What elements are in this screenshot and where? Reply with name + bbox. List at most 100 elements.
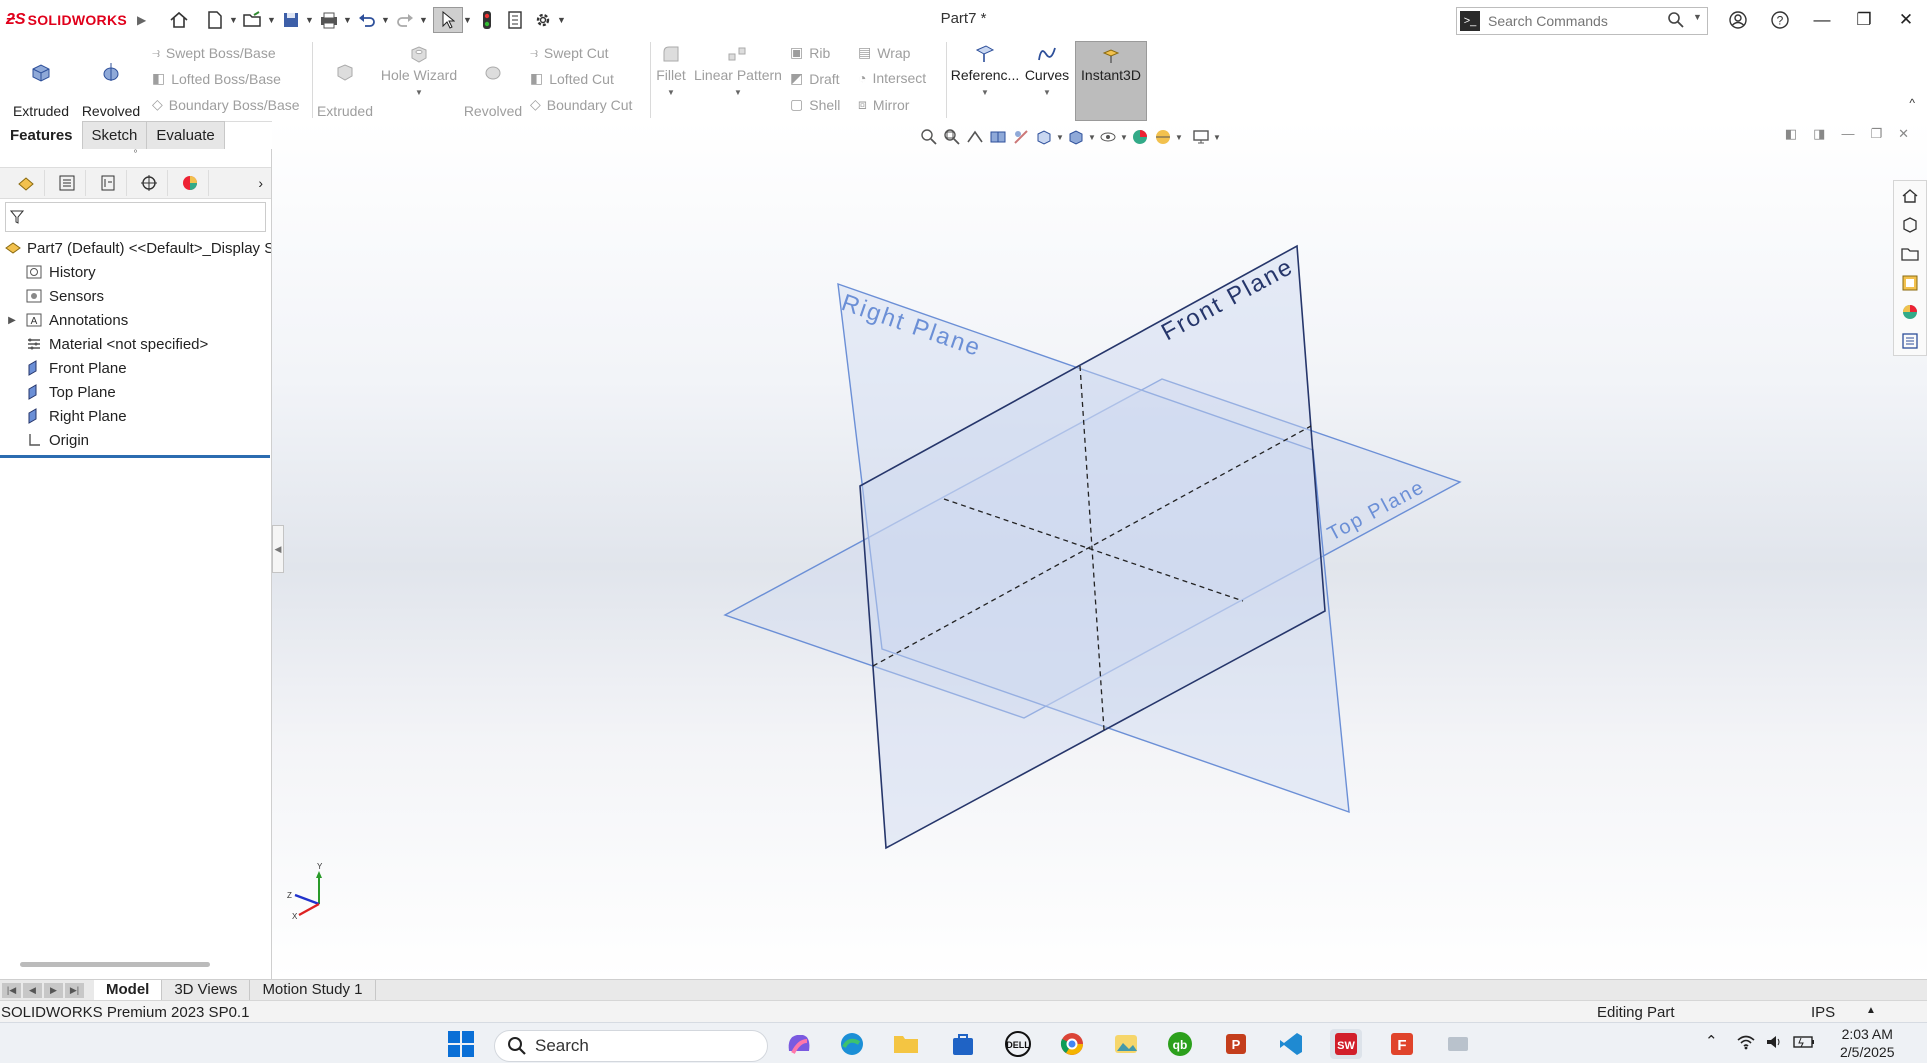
display-manager-tab-icon[interactable] [172, 170, 209, 196]
select-dropdown-icon[interactable]: ▼ [463, 15, 473, 25]
linear-pattern-button[interactable]: Linear Pattern ▼ [692, 42, 784, 102]
boundary-boss-button[interactable]: ◇ Boundary Boss/Base [152, 96, 300, 113]
hole-wizard-button[interactable]: Hole Wizard ▼ [380, 42, 458, 102]
solidworks-logo[interactable]: ƻS SOLIDWORKS ▶ [6, 9, 146, 31]
design-library-icon[interactable] [1894, 210, 1926, 239]
lofted-cut-button[interactable]: ◧ Lofted Cut [530, 70, 614, 87]
powerpoint-icon[interactable]: P [1220, 1029, 1252, 1059]
solidworks-resources-icon[interactable] [1894, 181, 1926, 210]
tab-features[interactable]: Features [0, 121, 83, 149]
hide-show-items-icon[interactable] [1097, 126, 1119, 148]
tab-model[interactable]: Model [94, 980, 163, 1000]
file-explorer-icon[interactable] [1894, 239, 1926, 268]
redo-icon[interactable] [391, 8, 419, 32]
volume-icon[interactable] [1765, 1034, 1783, 1054]
tree-root-part[interactable]: Part7 (Default) <<Default>_Display S [0, 236, 271, 260]
viewport-minimize-icon[interactable]: — [1841, 126, 1854, 142]
prev-tab-icon[interactable]: ◀ [23, 982, 42, 998]
viewport-close-icon[interactable]: ✕ [1898, 126, 1909, 142]
last-tab-icon[interactable]: ▶| [65, 982, 84, 998]
section-view-icon[interactable] [987, 126, 1009, 148]
copilot-icon[interactable] [783, 1029, 815, 1059]
wrap-button[interactable]: ▤ Wrap [858, 44, 910, 61]
tree-filter[interactable] [5, 202, 266, 232]
more-tabs-icon[interactable]: › [258, 175, 263, 191]
search-commands-box[interactable]: >_ ▼ [1456, 7, 1708, 35]
tree-item-right-plane[interactable]: Right Plane [0, 404, 271, 428]
boundary-cut-button[interactable]: ◇ Boundary Cut [530, 96, 632, 113]
new-dropdown-icon[interactable]: ▼ [229, 15, 239, 25]
rollback-bar[interactable] [0, 455, 270, 458]
hole-wizard-dropdown-icon[interactable]: ▼ [380, 84, 458, 102]
solidworks-taskbar-icon[interactable]: SW [1330, 1029, 1362, 1059]
apply-scene-dropdown-icon[interactable]: ▼ [1175, 133, 1183, 142]
previous-view-icon[interactable] [964, 126, 986, 148]
lofted-boss-button[interactable]: ◧ Lofted Boss/Base [152, 70, 281, 87]
viewport-split-icon[interactable]: ◧ [1785, 126, 1797, 142]
intersect-button[interactable]: ◔ Intersect [858, 70, 926, 86]
featuremanager-tab-icon[interactable] [8, 170, 45, 196]
undo-dropdown-icon[interactable]: ▼ [381, 15, 391, 25]
collapse-ribbon-icon[interactable]: ^ [1909, 96, 1915, 110]
tree-item-top-plane[interactable]: Top Plane [0, 380, 271, 404]
system-clock[interactable]: 2:03 AM 2/5/2025 [1840, 1025, 1895, 1061]
vscode-icon[interactable] [1275, 1029, 1307, 1059]
chrome-icon[interactable] [1056, 1029, 1088, 1059]
tree-item-material[interactable]: Material <not specified> [0, 332, 271, 356]
tab-motion-study[interactable]: Motion Study 1 [250, 980, 376, 1000]
select-cursor-icon[interactable] [433, 7, 463, 33]
tab-3d-views[interactable]: 3D Views [162, 980, 251, 1000]
redo-dropdown-icon[interactable]: ▼ [419, 15, 429, 25]
app-icon[interactable] [1442, 1029, 1474, 1059]
rib-button[interactable]: ▣ Rib [790, 44, 830, 61]
expand-arrow-icon[interactable]: ▶ [0, 315, 24, 326]
file-properties-icon[interactable] [501, 8, 529, 32]
rebuild-traffic-light-icon[interactable] [473, 8, 501, 32]
tab-sketch[interactable]: Sketch [81, 121, 148, 149]
horizontal-scrollbar[interactable] [20, 962, 210, 967]
search-commands-input[interactable] [1486, 12, 1650, 30]
apply-scene-icon[interactable] [1152, 126, 1174, 148]
edge-browser-icon[interactable] [836, 1029, 868, 1059]
new-document-icon[interactable] [201, 8, 229, 32]
view-settings-dropdown-icon[interactable]: ▼ [1213, 133, 1221, 142]
quickbooks-icon[interactable]: qb [1164, 1029, 1196, 1059]
menu-expand-icon[interactable]: ▶ [137, 13, 146, 27]
search-icon[interactable] [1667, 11, 1685, 33]
reference-geometry-button[interactable]: Referenc... ▼ [950, 42, 1020, 102]
viewport-restore-icon[interactable]: ❐ [1870, 126, 1882, 142]
mirror-button[interactable]: ⧈ Mirror [858, 96, 909, 113]
help-icon[interactable]: ? [1759, 0, 1801, 40]
save-icon[interactable] [277, 8, 305, 32]
print-dropdown-icon[interactable]: ▼ [343, 15, 353, 25]
photos-icon[interactable] [1110, 1029, 1142, 1059]
edit-appearance-icon[interactable] [1129, 126, 1151, 148]
fusion-icon[interactable]: F [1386, 1029, 1418, 1059]
close-icon[interactable]: ✕ [1885, 0, 1927, 40]
dimxpert-tab-icon[interactable] [131, 170, 168, 196]
restore-icon[interactable]: ❐ [1843, 0, 1885, 40]
panel-collapse-handle[interactable]: ◀ [272, 525, 284, 573]
open-folder-icon[interactable] [239, 8, 267, 32]
show-hidden-icons[interactable]: ⌃ [1705, 1032, 1718, 1050]
swept-cut-button[interactable]: ⥽ Swept Cut [530, 44, 609, 61]
dynamic-annotation-icon[interactable] [1010, 126, 1032, 148]
tree-item-front-plane[interactable]: Front Plane [0, 356, 271, 380]
view-settings-monitor-icon[interactable] [1190, 126, 1212, 148]
hide-show-dropdown-icon[interactable]: ▼ [1120, 133, 1128, 142]
instant3d-button[interactable]: Instant3D [1075, 41, 1147, 121]
fillet-dropdown-icon[interactable]: ▼ [654, 84, 688, 102]
undo-icon[interactable] [353, 8, 381, 32]
search-dropdown-icon[interactable]: ▼ [1693, 12, 1702, 22]
linear-pattern-dropdown-icon[interactable]: ▼ [692, 84, 784, 102]
zoom-to-area-icon[interactable] [941, 126, 963, 148]
zoom-to-fit-icon[interactable] [918, 126, 940, 148]
view-palette-icon[interactable] [1894, 268, 1926, 297]
battery-icon[interactable] [1793, 1035, 1815, 1053]
account-icon[interactable] [1717, 0, 1759, 40]
tree-item-annotations[interactable]: ▶ A Annotations [0, 308, 271, 332]
curves-dropdown-icon[interactable]: ▼ [1022, 84, 1072, 102]
file-explorer-taskbar-icon[interactable] [890, 1029, 922, 1059]
units-dropdown-icon[interactable]: ▲ [1866, 1005, 1876, 1016]
draft-button[interactable]: ◩ Draft [790, 70, 840, 87]
